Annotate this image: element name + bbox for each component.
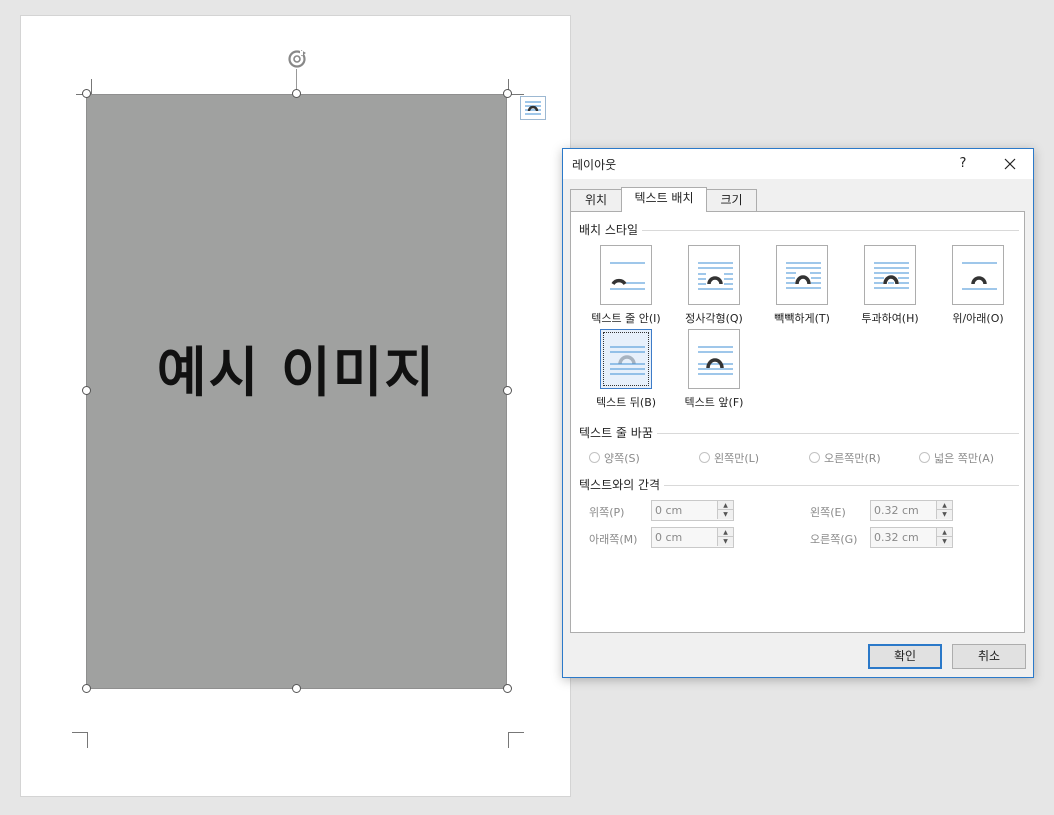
wrap-behind-text-icon (600, 329, 652, 389)
wrap-right-only-radio[interactable]: 오른쪽만(R) (809, 450, 881, 466)
tab-size[interactable]: 크기 (706, 189, 757, 211)
dialog-title: 레이아웃 (572, 158, 617, 172)
ok-button[interactable]: 확인 (868, 644, 942, 669)
resize-handle-top[interactable] (292, 89, 301, 98)
wrap-top-bottom-icon (952, 245, 1004, 305)
close-button[interactable] (999, 153, 1021, 175)
rotate-icon[interactable] (285, 47, 309, 71)
wrap-inline-option[interactable]: 텍스트 줄 안(I) (583, 245, 669, 326)
wrap-largest-only-radio[interactable]: 넓은 쪽만(A) (919, 450, 994, 466)
spin-up-icon[interactable]: ▲ (717, 528, 733, 537)
distance-bottom-label: 아래쪽(M) (589, 533, 638, 546)
wrap-top-bottom-option[interactable]: 위/아래(O) (935, 245, 1021, 326)
wrap-square-icon (688, 245, 740, 305)
image-text: 예시 이미지 (156, 341, 437, 404)
layout-options-button[interactable] (520, 96, 546, 120)
layout-dialog: 레이아웃 ? 위치 텍스트 배치 크기 배치 스타일 텍스트 줄 안(I) 정사… (562, 148, 1034, 678)
wrap-square-option[interactable]: 정사각형(Q) (671, 245, 757, 326)
wrap-left-only-radio[interactable]: 왼쪽만(L) (699, 450, 759, 466)
distance-bottom-input[interactable]: 0 cm ▲ ▼ (651, 527, 734, 548)
document-page: 예시 이미지 (20, 15, 571, 797)
resize-handle-bottom[interactable] (292, 684, 301, 693)
tab-position[interactable]: 위치 (570, 189, 622, 211)
resize-handle-top-left[interactable] (82, 89, 91, 98)
wrap-through-option[interactable]: 투과하여(H) (847, 245, 933, 326)
wrap-both-sides-radio[interactable]: 양쪽(S) (589, 450, 640, 466)
wrap-inline-icon (600, 245, 652, 305)
wrap-tight-option[interactable]: 빽빽하게(T) (759, 245, 845, 326)
spin-up-icon[interactable]: ▲ (936, 501, 952, 510)
tab-panel-text-wrapping: 배치 스타일 텍스트 줄 안(I) 정사각형(Q) 빽빽하게(T) 투과하여(H… (570, 211, 1025, 633)
dialog-titlebar[interactable]: 레이아웃 ? (563, 149, 1033, 179)
spin-up-icon[interactable]: ▲ (717, 501, 733, 510)
help-button[interactable]: ? (953, 154, 973, 174)
wrap-top-bottom-label: 위/아래(O) (952, 312, 1004, 325)
resize-handle-bottom-left[interactable] (82, 684, 91, 693)
wrap-behind-text-label: 텍스트 뒤(B) (595, 396, 657, 409)
wrap-behind-text-option[interactable]: 텍스트 뒤(B) (583, 329, 669, 410)
distance-left-label: 왼쪽(E) (810, 506, 846, 519)
resize-handle-bottom-right[interactable] (503, 684, 512, 693)
wrap-in-front-option[interactable]: 텍스트 앞(F) (671, 329, 757, 410)
spin-down-icon[interactable]: ▼ (936, 510, 952, 519)
spin-down-icon[interactable]: ▼ (936, 537, 952, 546)
distance-right-input[interactable]: 0.32 cm ▲ ▼ (870, 527, 953, 548)
spin-up-icon[interactable]: ▲ (936, 528, 952, 537)
wrap-text-heading: 텍스트 줄 바꿈 (579, 424, 657, 441)
layout-options-icon (525, 101, 541, 115)
wrap-style-divider (579, 230, 1019, 231)
wrap-in-front-icon (688, 329, 740, 389)
cancel-button[interactable]: 취소 (952, 644, 1026, 669)
wrap-square-label: 정사각형(Q) (685, 312, 743, 325)
wrap-in-front-label: 텍스트 앞(F) (684, 396, 744, 409)
wrap-inline-label: 텍스트 줄 안(I) (591, 312, 661, 325)
wrap-tight-icon (776, 245, 828, 305)
spin-down-icon[interactable]: ▼ (717, 510, 733, 519)
example-image[interactable]: 예시 이미지 (86, 94, 507, 689)
distance-left-input[interactable]: 0.32 cm ▲ ▼ (870, 500, 953, 521)
close-icon (1004, 158, 1016, 170)
resize-handle-right[interactable] (503, 386, 512, 395)
wrap-style-heading: 배치 스타일 (579, 221, 643, 238)
wrap-tight-label: 빽빽하게(T) (774, 312, 830, 325)
wrap-through-label: 투과하여(H) (861, 312, 919, 325)
wrap-through-icon (864, 245, 916, 305)
distance-top-input[interactable]: 0 cm ▲ ▼ (651, 500, 734, 521)
resize-handle-top-right[interactable] (503, 89, 512, 98)
crop-mark-bottom-right (508, 732, 524, 748)
spin-down-icon[interactable]: ▼ (717, 537, 733, 546)
distance-heading: 텍스트와의 간격 (579, 476, 665, 493)
resize-handle-left[interactable] (82, 386, 91, 395)
distance-top-label: 위쪽(P) (589, 506, 625, 519)
crop-mark-bottom-left (72, 732, 88, 748)
tab-text-wrapping[interactable]: 텍스트 배치 (621, 187, 707, 212)
distance-right-label: 오른쪽(G) (810, 533, 858, 546)
